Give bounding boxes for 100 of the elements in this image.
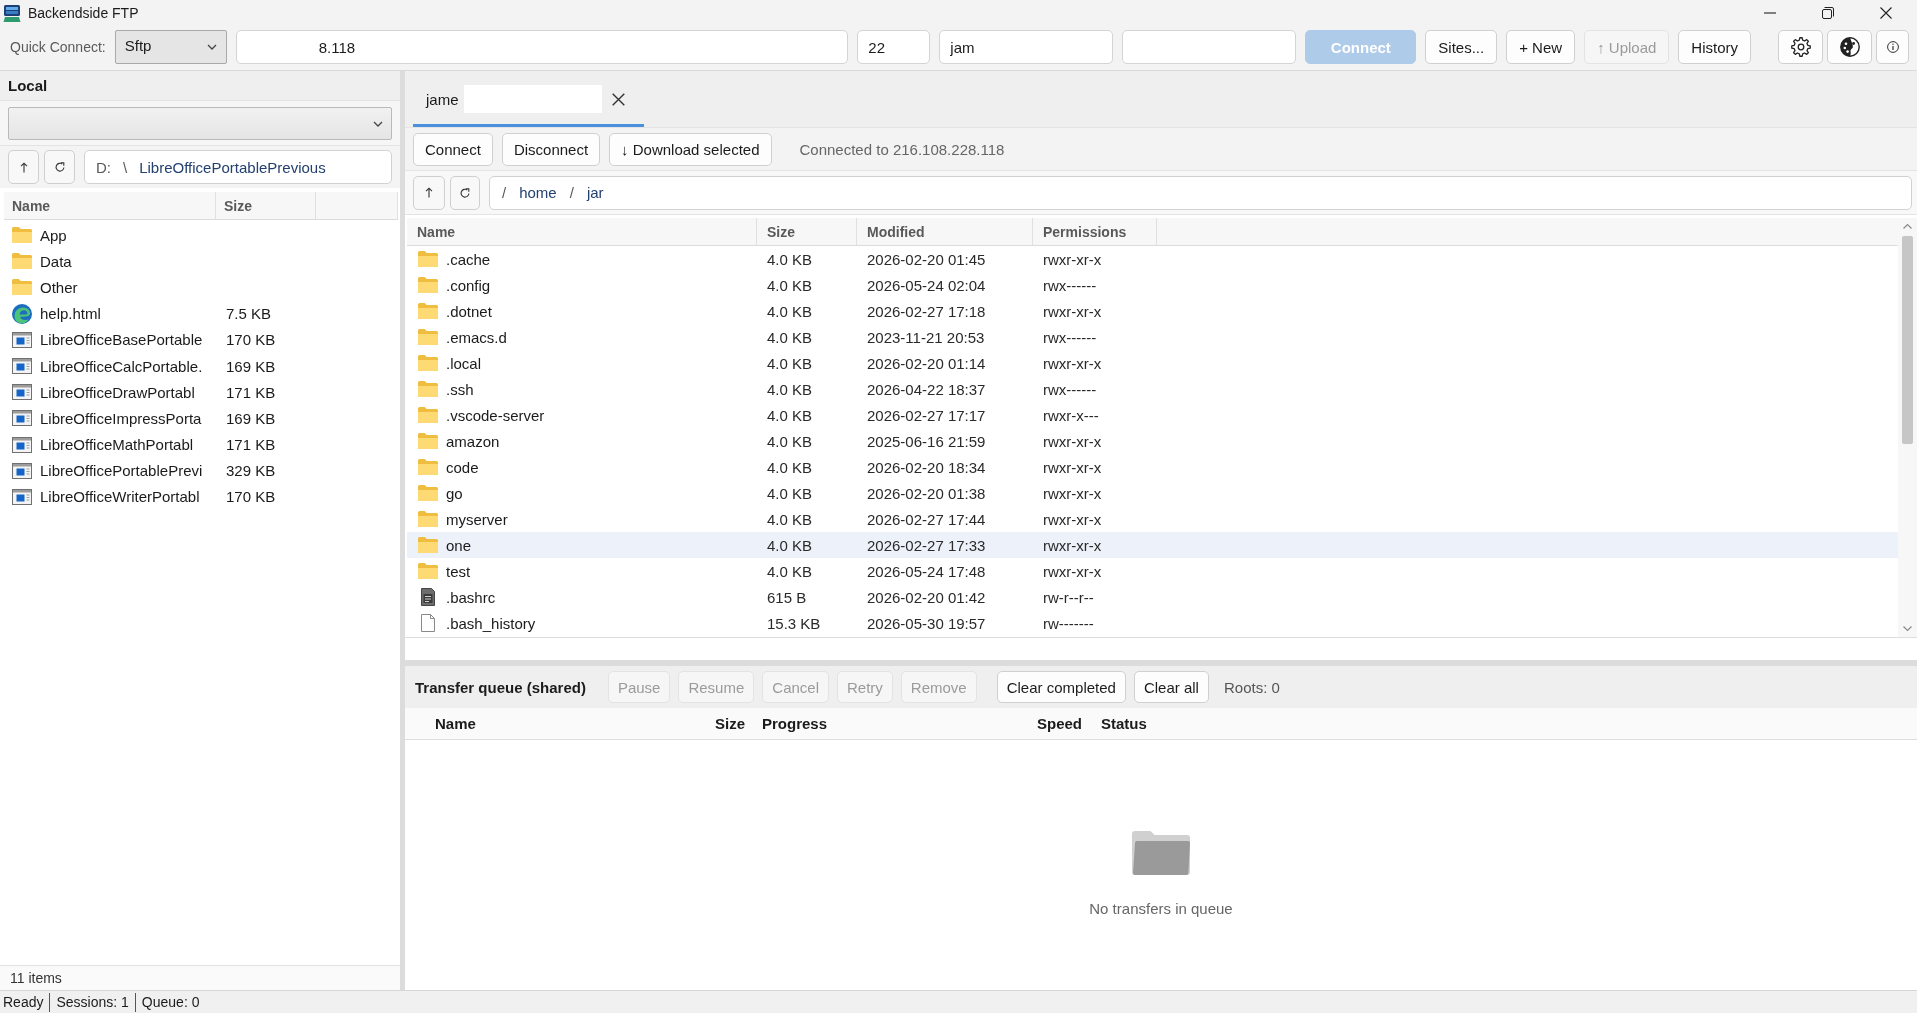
column-header[interactable]: Name	[435, 715, 476, 732]
file-name[interactable]: .bashrc	[446, 588, 496, 606]
port-field[interactable]: 22	[857, 30, 931, 64]
file-size: 169 KB	[226, 357, 276, 375]
file-row[interactable]: .bashrc 615 B 2026-02-20 01:42 rw-r--r--	[407, 584, 1898, 610]
file-name[interactable]: code	[446, 458, 479, 476]
disconnect-button[interactable]: Disconnect	[501, 132, 601, 166]
file-name[interactable]: .dotnet	[446, 302, 492, 320]
sites-button[interactable]: Sites...	[1425, 30, 1498, 64]
file-name[interactable]: .ssh	[446, 380, 474, 398]
quick-connect-label: Quick Connect:	[10, 39, 106, 55]
file-row[interactable]: test 4.0 KB 2026-05-24 17:48 rwxr-xr-x	[407, 558, 1898, 584]
path-segment[interactable]: jar	[586, 184, 604, 201]
refresh-icon	[460, 187, 470, 198]
column-header[interactable]: Name	[12, 197, 51, 214]
column-header[interactable]: Progress	[762, 715, 828, 732]
path-field[interactable]: D: \ LibreOfficePortablePrevious	[84, 150, 392, 184]
new-button[interactable]: + New	[1506, 30, 1576, 64]
file-name[interactable]: .emacs.d	[446, 328, 507, 346]
refresh-button[interactable]	[450, 175, 480, 210]
permissions: rw-r--r--	[1043, 588, 1094, 606]
download-selected-button[interactable]: ↓ Download selected	[609, 132, 772, 166]
path-segment[interactable]: LibreOfficePortablePrevious	[139, 158, 326, 176]
file-name[interactable]: .vscode-server	[446, 406, 545, 424]
info-button[interactable]	[1876, 30, 1909, 64]
file-name[interactable]: go	[446, 484, 463, 502]
file-row[interactable]: .dotnet 4.0 KB 2026-02-27 17:18 rwxr-xr-x	[407, 298, 1898, 324]
column-header[interactable]: Speed	[1037, 715, 1082, 732]
pane-title: Local	[8, 77, 48, 94]
column-header[interactable]: Status	[1101, 715, 1147, 732]
history-button[interactable]: History	[1678, 30, 1751, 64]
column-header[interactable]: Size	[715, 715, 745, 732]
theme-button[interactable]	[1827, 30, 1872, 64]
path-segment[interactable]: home	[519, 184, 557, 201]
parent-folder-button[interactable]	[8, 150, 39, 184]
file-name[interactable]: App	[40, 226, 67, 244]
path-field[interactable]: / home / jar	[489, 175, 1912, 210]
file-row[interactable]: .vscode-server 4.0 KB 2026-02-27 17:17 rwxr-x---	[407, 402, 1898, 428]
permissions: rwxr-xr-x	[1043, 432, 1102, 450]
column-header[interactable]: Permissions	[1043, 223, 1127, 240]
file-name[interactable]: .cache	[446, 250, 491, 268]
protocol-dropdown[interactable]: Sftp	[114, 30, 227, 64]
file-name[interactable]: LibreOfficePortablePrevi	[40, 462, 203, 480]
modified-time: 2026-02-27 17:44	[867, 510, 986, 528]
file-name[interactable]: .local	[446, 354, 482, 372]
parent-folder-button[interactable]	[413, 175, 445, 210]
permissions: rwxr-xr-x	[1043, 562, 1102, 580]
username-field[interactable]: jam	[939, 30, 1114, 64]
file-name[interactable]: .bash_history	[446, 614, 536, 632]
file-name[interactable]: myserver	[446, 510, 508, 528]
file-name[interactable]: LibreOfficeCalcPortable.	[40, 357, 203, 375]
close-icon[interactable]	[1880, 7, 1892, 19]
restore-icon[interactable]	[1822, 7, 1834, 19]
clear-all-button[interactable]: Clear all	[1133, 671, 1209, 703]
file-name[interactable]: LibreOfficeBasePortable	[40, 331, 203, 349]
file-row[interactable]: one 4.0 KB 2026-02-27 17:33 rwxr-xr-x	[407, 532, 1898, 558]
file-name[interactable]: Other	[40, 278, 78, 296]
file-name[interactable]: test	[446, 562, 471, 580]
file-row[interactable]: .emacs.d 4.0 KB 2023-11-21 20:53 rwx------	[407, 324, 1898, 350]
file-row[interactable]: .bash_history 15.3 KB 2026-05-30 19:57 rw-------	[407, 610, 1898, 636]
file-name[interactable]: help.html	[40, 305, 101, 323]
column-header[interactable]: Name	[417, 223, 456, 240]
file-size: 7.5 KB	[226, 305, 272, 323]
file-name[interactable]: Data	[40, 252, 72, 270]
file-name[interactable]: .config	[446, 276, 491, 294]
drive-dropdown[interactable]	[8, 107, 392, 140]
file-row[interactable]: .config 4.0 KB 2026-05-24 02:04 rwx------	[407, 272, 1898, 298]
file-name[interactable]: LibreOfficeDrawPortabl	[40, 383, 195, 401]
clear-completed-button[interactable]: Clear completed	[996, 671, 1126, 703]
host-field[interactable]: 8.118	[235, 30, 849, 64]
file-row[interactable]: code 4.0 KB 2026-02-20 18:34 rwxr-xr-x	[407, 454, 1898, 480]
password-field[interactable]	[1122, 30, 1297, 64]
column-header[interactable]: Size	[767, 223, 795, 240]
scrollbar-thumb[interactable]	[1902, 236, 1913, 444]
column-header[interactable]: Modified	[867, 223, 925, 240]
file-name[interactable]: amazon	[446, 432, 500, 450]
file-name[interactable]: LibreOfficeWriterPortabl	[40, 488, 200, 506]
column-header[interactable]: Size	[224, 197, 252, 214]
scroll-down-icon[interactable]	[1903, 626, 1912, 632]
file-size: 4.0 KB	[767, 536, 813, 554]
drive-segment[interactable]: D:	[96, 158, 111, 176]
file-name[interactable]: one	[446, 536, 472, 554]
folder-icon	[418, 537, 438, 553]
file-name[interactable]: LibreOfficeMathPortabl	[40, 436, 194, 454]
settings-button[interactable]	[1778, 30, 1823, 64]
file-row[interactable]: myserver 4.0 KB 2026-02-27 17:44 rwxr-xr-x	[407, 506, 1898, 532]
file-row[interactable]: .local 4.0 KB 2026-02-20 01:14 rwxr-xr-x	[407, 350, 1898, 376]
scrollbar-track[interactable]	[1898, 218, 1917, 637]
swirl-circle-icon	[12, 303, 32, 324]
refresh-button[interactable]	[44, 150, 75, 184]
app-window-icon	[12, 331, 32, 348]
file-row[interactable]: .ssh 4.0 KB 2026-04-22 18:37 rwx------	[407, 376, 1898, 402]
connect-button[interactable]: Connect	[413, 132, 493, 166]
path-separator: /	[569, 184, 574, 201]
file-row[interactable]: go 4.0 KB 2026-02-20 01:38 rwxr-xr-x	[407, 480, 1898, 506]
scroll-up-icon[interactable]	[1903, 223, 1912, 229]
file-row[interactable]: .cache 4.0 KB 2026-02-20 01:45 rwxr-xr-x	[407, 246, 1898, 272]
close-icon[interactable]	[611, 92, 625, 106]
file-name[interactable]: LibreOfficeImpressPorta	[40, 409, 202, 427]
file-row[interactable]: amazon 4.0 KB 2025-06-16 21:59 rwxr-xr-x	[407, 428, 1898, 454]
